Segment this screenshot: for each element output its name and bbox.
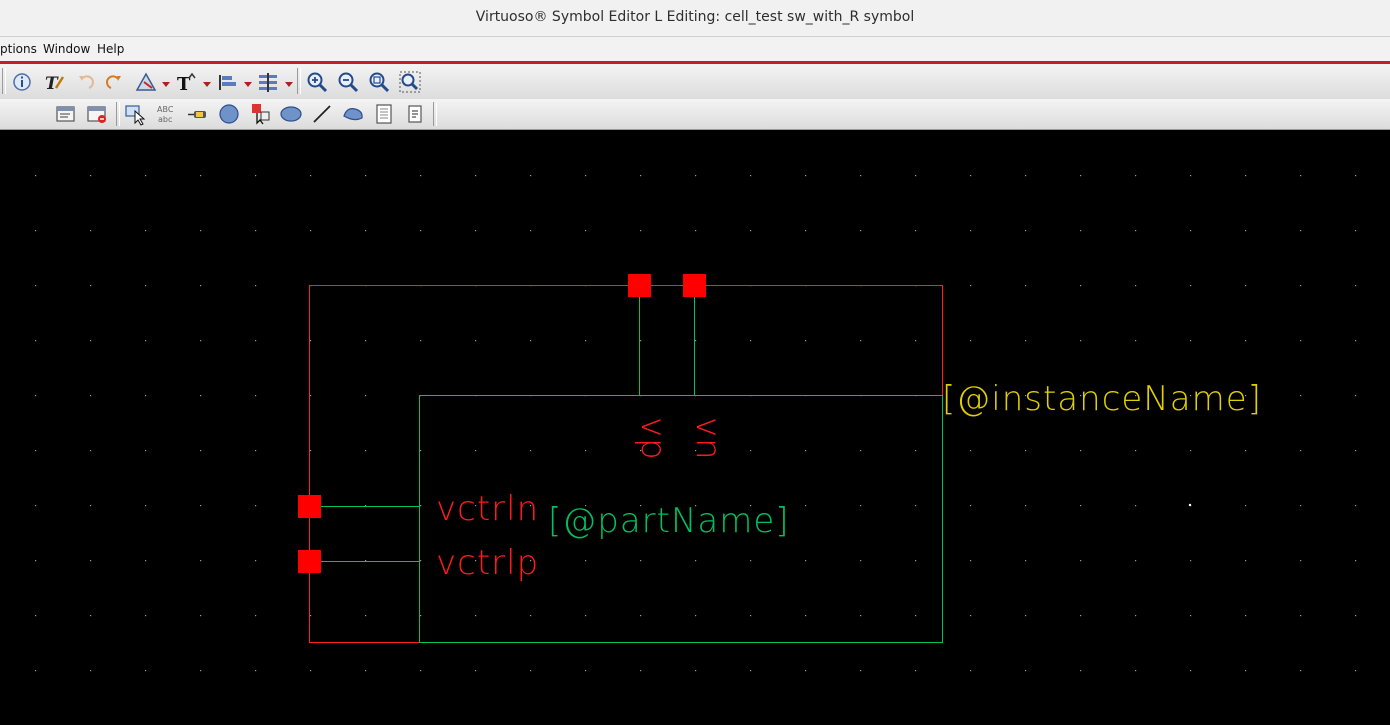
toolbar-separator [433, 102, 437, 126]
svg-text:abc: abc [158, 115, 172, 124]
pin-icon[interactable] [186, 102, 210, 126]
edit-properties-icon[interactable]: T [42, 70, 66, 94]
pin-label-vp: vp [633, 417, 673, 461]
save-close-icon[interactable] [85, 102, 109, 126]
part-name-label: [@partName] [548, 501, 790, 541]
toolbar-primary: T T [0, 64, 1390, 100]
svg-text:T: T [45, 74, 59, 94]
toolbar-separator [116, 102, 120, 126]
schematic-drawing: vp vn vctrln vctrlp [@partName] [@instan… [35, 175, 1357, 672]
chevron-down-icon[interactable] [285, 82, 293, 87]
pin-label-vn: vn [688, 417, 728, 461]
save-icon[interactable] [54, 102, 78, 126]
chevron-down-icon[interactable] [162, 82, 170, 87]
menu-bar: ptions Window Help [0, 37, 1390, 64]
menu-help[interactable]: Help [97, 42, 124, 56]
pin-label-vctrlp: vctrlp [436, 543, 539, 583]
cursor-marker [1188, 503, 1192, 507]
pin-vp[interactable] [628, 274, 651, 297]
select-filter-icon[interactable] [134, 70, 158, 94]
pin-vctrlp[interactable] [298, 550, 321, 573]
zoom-out-icon[interactable] [336, 70, 360, 94]
info-icon[interactable] [10, 70, 34, 94]
selection-box [309, 285, 943, 643]
property-icon[interactable] [403, 102, 427, 126]
menu-options[interactable]: ptions [0, 42, 37, 56]
align-icon[interactable] [215, 70, 239, 94]
window-title: Virtuoso® Symbol Editor L Editing: cell_… [475, 9, 915, 25]
svg-text:ABC: ABC [157, 105, 174, 114]
text-display-icon[interactable]: T [174, 70, 198, 94]
line-icon[interactable] [310, 102, 334, 126]
select-icon[interactable] [124, 102, 148, 126]
redo-icon[interactable] [103, 70, 127, 94]
menu-window[interactable]: Window [43, 42, 90, 56]
instance-name-label: [@instanceName] [942, 379, 1262, 419]
toolbar-secondary: ABC abc [0, 99, 1390, 223]
pin-label-vctrln: vctrln [436, 489, 539, 529]
ellipse-icon[interactable] [279, 102, 303, 126]
pin-vn[interactable] [683, 274, 706, 297]
symbol-canvas[interactable]: vp vn vctrln vctrlp [@partName] [@instan… [0, 131, 1390, 725]
circle-icon[interactable] [217, 102, 241, 126]
shape-pin-icon[interactable] [248, 102, 272, 126]
distribute-icon[interactable] [256, 70, 280, 94]
zoom-in-icon[interactable] [305, 70, 329, 94]
chevron-down-icon[interactable] [203, 82, 211, 87]
title-bar: Virtuoso® Symbol Editor L Editing: cell_… [0, 0, 1390, 37]
zoom-fit-icon[interactable] [367, 70, 391, 94]
polygon-icon[interactable] [341, 102, 365, 126]
notepad-icon[interactable] [372, 102, 396, 126]
undo-icon[interactable] [73, 70, 97, 94]
zoom-area-icon[interactable] [398, 70, 422, 94]
toolbar-separator [297, 68, 301, 94]
label-icon[interactable]: ABC abc [155, 102, 179, 126]
toolbar-separator [2, 68, 6, 94]
pin-vctrln[interactable] [298, 495, 321, 518]
chevron-down-icon[interactable] [244, 82, 252, 87]
